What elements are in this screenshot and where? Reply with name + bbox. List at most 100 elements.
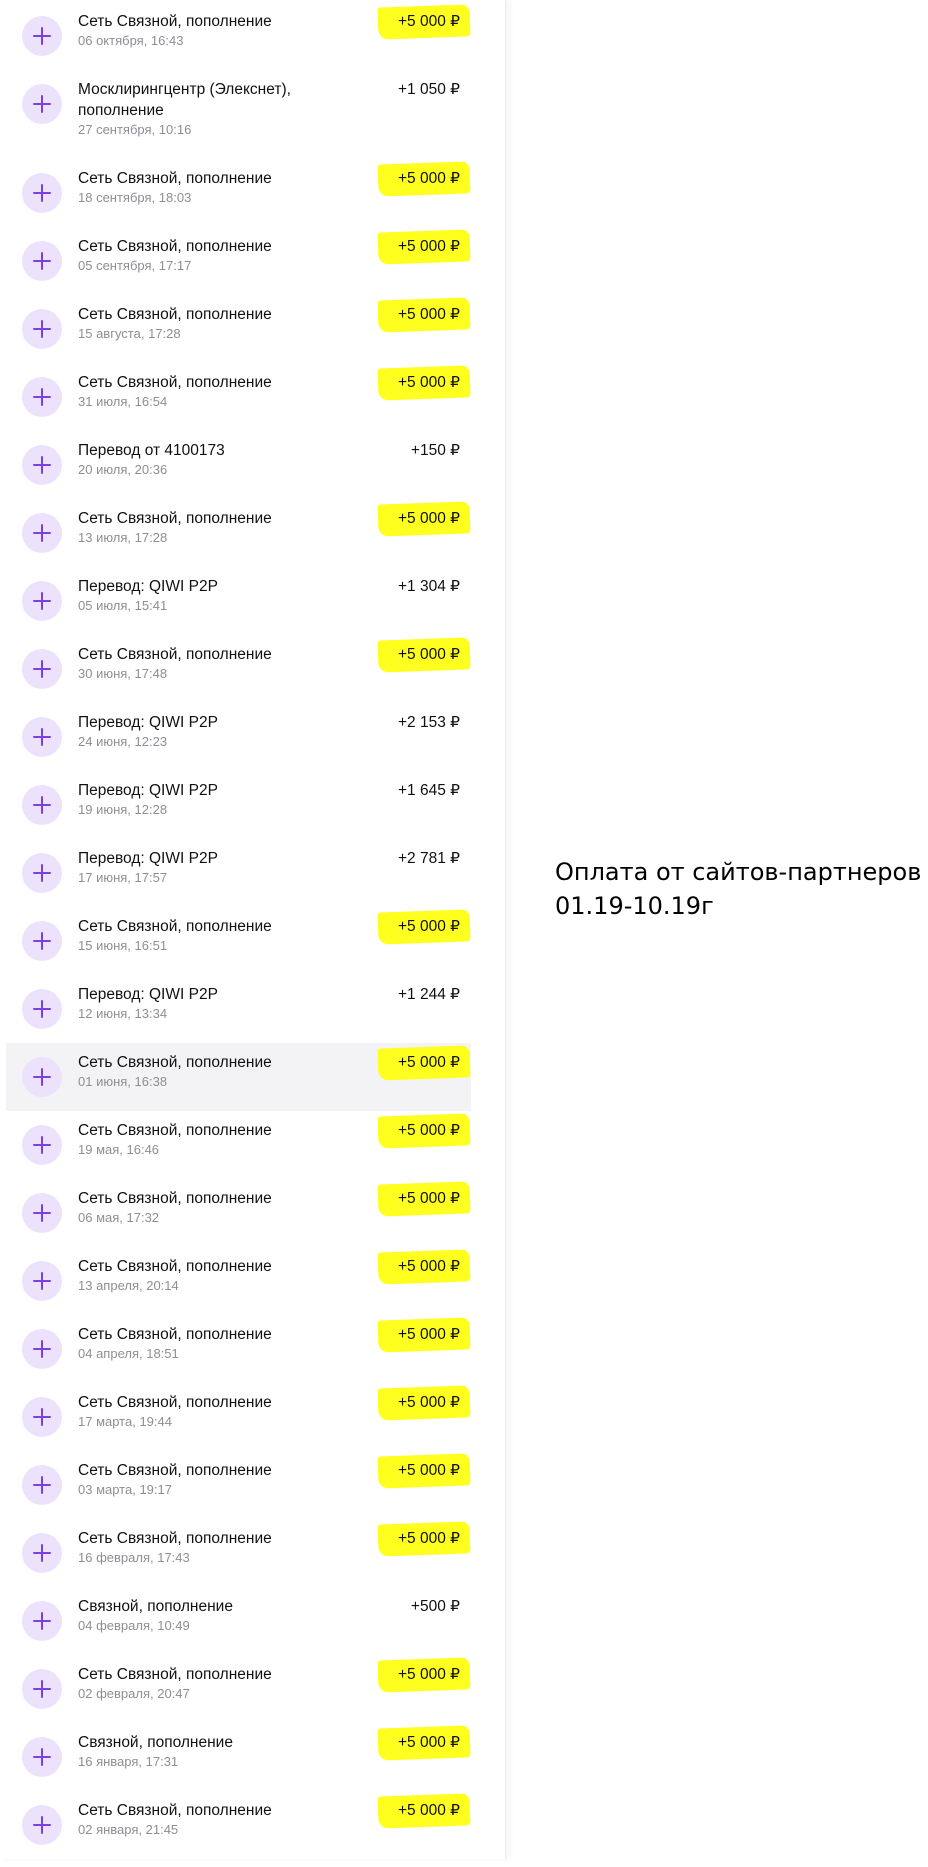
transaction-row[interactable]: Сеть Связной, пополнение 18 сентября, 18:… xyxy=(6,161,471,235)
transaction-date: 17 марта, 19:44 xyxy=(78,1414,172,1429)
plus-icon xyxy=(22,1601,62,1641)
plus-icon xyxy=(22,1261,62,1301)
plus-icon xyxy=(22,989,62,1029)
transaction-row[interactable]: Сеть Связной, пополнение 15 августа, 17:2… xyxy=(6,297,471,371)
plus-icon xyxy=(22,241,62,281)
transaction-title: Сеть Связной, пополнение xyxy=(78,918,272,935)
transaction-row[interactable]: Сеть Связной, пополнение 02 января, 21:45… xyxy=(6,1793,471,1867)
transaction-title: Сеть Связной, пополнение xyxy=(78,1258,272,1275)
transaction-date: 04 февраля, 10:49 xyxy=(78,1618,190,1633)
transaction-row[interactable]: Связной, пополнение 16 января, 17:31 +5 00… xyxy=(6,1725,471,1799)
plus-icon xyxy=(22,1329,62,1369)
transaction-row[interactable]: Сеть Связной, пополнение 02 февраля, 20:4… xyxy=(6,1657,471,1731)
transaction-row[interactable]: Сеть Связной, пополнение 19 мая, 16:46 +5 … xyxy=(6,1113,471,1187)
transaction-row[interactable]: Сеть Связной, пополнение 06 мая, 17:32 +5 … xyxy=(6,1181,471,1255)
transaction-title: Сеть Связной, пополнение xyxy=(78,238,272,255)
transaction-row[interactable]: Сеть Связной, пополнение 31 июля, 16:54 +5… xyxy=(6,365,471,439)
transaction-date: 13 июля, 17:28 xyxy=(78,530,168,545)
transaction-amount: +1 050 ₽ xyxy=(398,79,460,100)
transaction-amount-text: +5 000 ₽ xyxy=(397,918,460,935)
transaction-row[interactable]: Связной, пополнение 04 февраля, 10:49 +500… xyxy=(6,1595,471,1663)
transaction-row[interactable]: Сеть Связной, пополнение 16 февраля, 17:4… xyxy=(6,1521,471,1595)
plus-icon xyxy=(22,785,62,825)
transaction-title: Сеть Связной, пополнение xyxy=(78,646,272,663)
transaction-row[interactable]: Сеть Связной, пополнение 03 марта, 19:17 +… xyxy=(6,1453,471,1527)
transaction-row[interactable]: Сеть Связной, пополнение 13 апреля, 20:14… xyxy=(6,1249,471,1323)
plus-icon xyxy=(22,16,62,56)
transaction-amount: +5 000 ₽ xyxy=(377,1113,471,1149)
transaction-row[interactable]: Перевод: QIWI P2P 24 июня, 12:23 +2 153 ₽ xyxy=(6,711,471,779)
annotation-note: Оплата от сайтов-партнеров 01.19-10.19г xyxy=(555,855,921,923)
transaction-date: 13 апреля, 20:14 xyxy=(78,1278,179,1293)
transaction-amount: +5 000 ₽ xyxy=(377,1045,471,1081)
transaction-title: Сеть Связной, пополнение xyxy=(78,13,272,30)
plus-icon xyxy=(22,1397,62,1437)
transaction-row[interactable]: Сеть Связной, пополнение 13 июля, 17:28 +5… xyxy=(6,501,471,575)
transaction-amount-text: +5 000 ₽ xyxy=(397,1190,460,1207)
transaction-title: Перевод: QIWI P2P xyxy=(78,578,218,595)
transaction-row[interactable]: Сеть Связной, пополнение 06 октября, 16:4… xyxy=(6,4,471,78)
transaction-amount-text: +1 244 ₽ xyxy=(397,986,460,1003)
plus-icon xyxy=(22,513,62,553)
transaction-amount-text: +5 000 ₽ xyxy=(397,646,460,663)
transaction-amount: +5 000 ₽ xyxy=(377,1453,471,1489)
transaction-date: 16 января, 17:31 xyxy=(78,1754,179,1769)
transaction-row[interactable]: Перевод: QIWI P2P 05 июля, 15:41 +1 304 ₽ xyxy=(6,575,471,643)
transaction-amount-text: +5 000 ₽ xyxy=(397,374,460,391)
annotation-line-1: Оплата от сайтов-партнеров xyxy=(555,858,922,886)
transaction-amount: +5 000 ₽ xyxy=(377,4,471,40)
plus-icon xyxy=(22,445,62,485)
transaction-amount: +5 000 ₽ xyxy=(377,365,471,401)
transaction-date: 27 сентября, 10:16 xyxy=(78,122,192,137)
plus-icon xyxy=(22,921,62,961)
transaction-amount: +5 000 ₽ xyxy=(377,1181,471,1217)
transaction-amount-text: +5 000 ₽ xyxy=(397,1326,460,1343)
transaction-row[interactable]: Перевод: QIWI P2P 12 июня, 13:34 +1 244 ₽ xyxy=(6,983,471,1051)
transaction-date: 18 сентября, 18:03 xyxy=(78,190,192,205)
transaction-row[interactable]: Перевод: QIWI P2P 19 июня, 12:28 +1 645 ₽ xyxy=(6,779,471,847)
plus-icon xyxy=(22,1805,62,1845)
transaction-row[interactable]: Перевод от 4100173 20 июля, 20:36 +150 ₽ xyxy=(6,439,471,507)
transaction-row[interactable]: Перевод: QIWI P2P 17 июня, 17:57 +2 781 ₽ xyxy=(6,847,471,915)
transaction-title: Сеть Связной, пополнение xyxy=(78,1122,272,1139)
transaction-amount-text: +2 153 ₽ xyxy=(397,714,460,731)
transaction-amount-text: +5 000 ₽ xyxy=(397,1666,460,1683)
transaction-title: Связной, пополнение xyxy=(78,1598,233,1615)
plus-icon xyxy=(22,173,62,213)
transaction-title: Сеть Связной, пополнение xyxy=(78,1054,272,1071)
transaction-amount-text: +5 000 ₽ xyxy=(397,13,460,30)
transaction-amount: +2 781 ₽ xyxy=(398,848,460,869)
plus-icon xyxy=(22,649,62,689)
plus-icon xyxy=(22,377,62,417)
transaction-amount: +5 000 ₽ xyxy=(377,1249,471,1285)
transaction-row[interactable]: Москлирингцентр (Элекснет), пополнение 27… xyxy=(6,78,471,146)
transaction-amount-text: +2 781 ₽ xyxy=(397,850,460,867)
transaction-date: 03 марта, 19:17 xyxy=(78,1482,172,1497)
annotation-line-2: 01.19-10.19г xyxy=(555,892,714,920)
transaction-row[interactable]: Сеть Связной, пополнение 15 июня, 16:51 +5… xyxy=(6,909,471,983)
transaction-amount: +5 000 ₽ xyxy=(377,229,471,265)
transaction-row[interactable]: Сеть Связной, пополнение 05 сентября, 17:… xyxy=(6,229,471,303)
transaction-date: 01 июня, 16:38 xyxy=(78,1074,168,1089)
transaction-title: Перевод: QIWI P2P xyxy=(78,714,218,731)
transaction-amount-text: +5 000 ₽ xyxy=(397,1530,460,1547)
plus-icon xyxy=(22,1125,62,1165)
transaction-row[interactable]: Сеть Связной, пополнение 04 апреля, 18:51… xyxy=(6,1317,471,1391)
transaction-amount: +1 645 ₽ xyxy=(398,780,460,801)
transaction-amount: +5 000 ₽ xyxy=(377,909,471,945)
transaction-title: Перевод от 4100173 xyxy=(78,442,225,459)
plus-icon xyxy=(22,581,62,621)
transaction-title: Сеть Связной, пополнение xyxy=(78,510,272,527)
transaction-title: Сеть Связной, пополнение xyxy=(78,1530,272,1547)
plus-icon xyxy=(22,1533,62,1573)
transaction-row[interactable]: Сеть Связной, пополнение 30 июня, 17:48 +5… xyxy=(6,637,471,711)
transaction-row[interactable]: Сеть Связной, пополнение 17 марта, 19:44 +… xyxy=(6,1385,471,1459)
transaction-amount: +5 000 ₽ xyxy=(377,1657,471,1693)
transaction-title: Сеть Связной, пополнение xyxy=(78,1394,272,1411)
transaction-amount: +5 000 ₽ xyxy=(377,1793,471,1829)
transaction-amount: +1 244 ₽ xyxy=(398,984,460,1005)
plus-icon xyxy=(22,1193,62,1233)
transaction-amount-text: +500 ₽ xyxy=(410,1598,460,1615)
transaction-row[interactable]: Сеть Связной, пополнение 01 июня, 16:38 +5… xyxy=(6,1043,471,1111)
transaction-amount: +5 000 ₽ xyxy=(377,1521,471,1557)
